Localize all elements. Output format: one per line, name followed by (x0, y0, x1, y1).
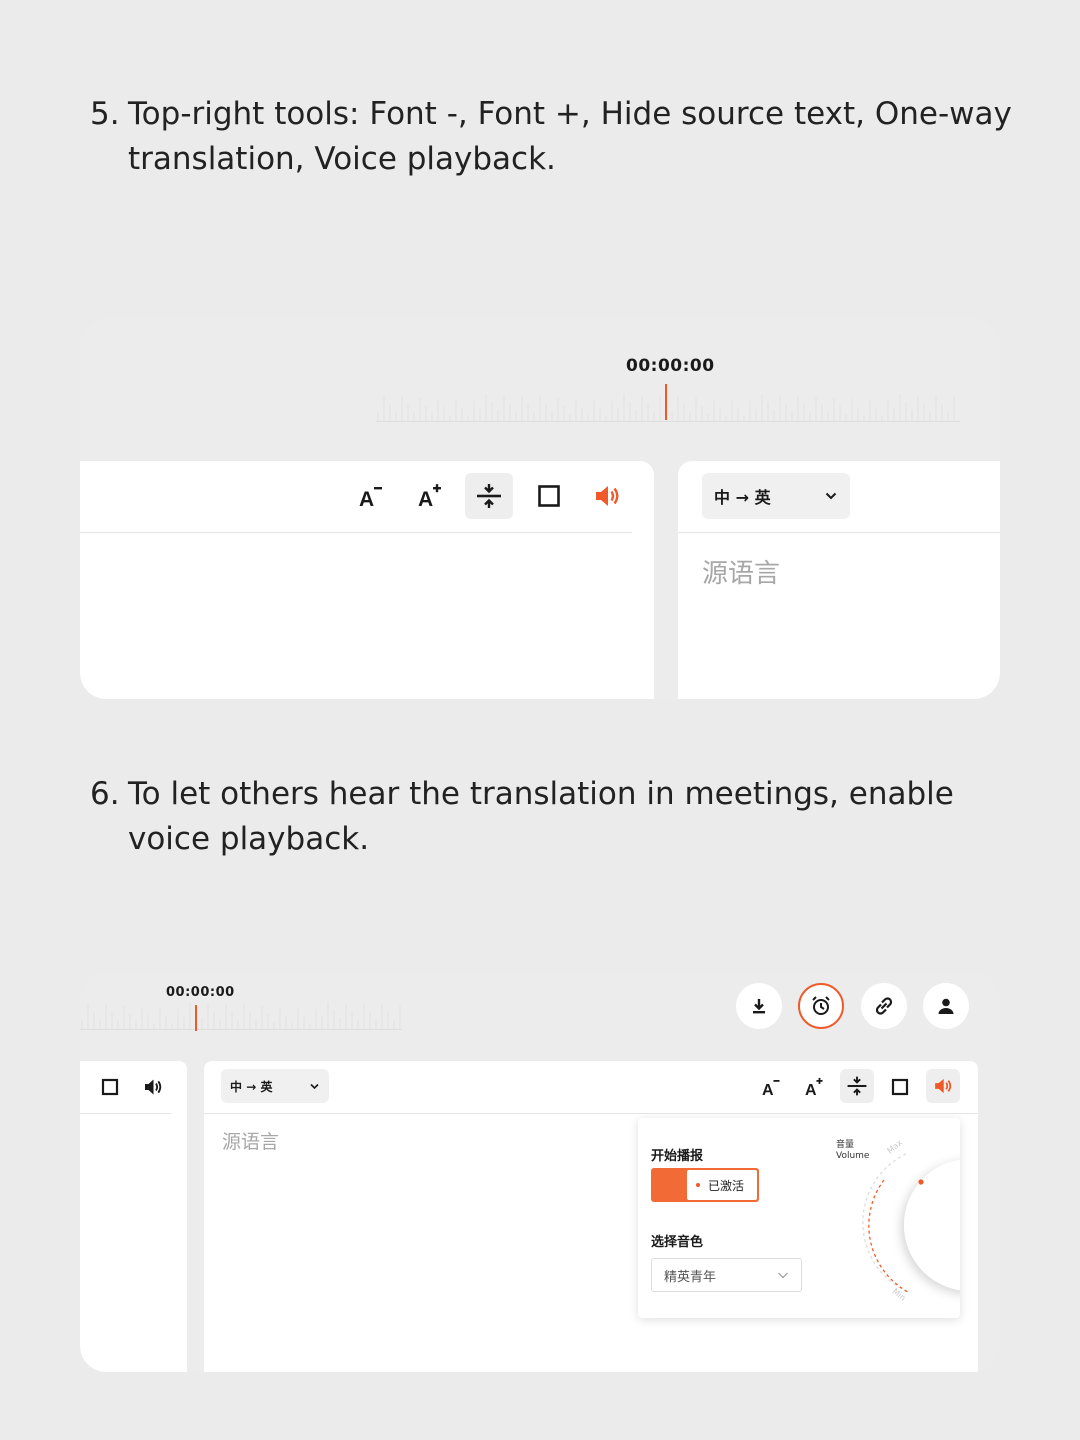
svg-text:A: A (359, 488, 374, 509)
svg-text:A: A (805, 1082, 817, 1097)
step-6-instruction: 6. To let others hear the translation in… (90, 772, 1020, 862)
audio-waveform-timeline (80, 1002, 402, 1030)
timeline-timestamp: 00:00:00 (166, 985, 235, 1000)
step-text: To let others hear the translation in me… (128, 776, 954, 857)
svg-text:Max: Max (886, 1138, 905, 1156)
language-pair-label: 中 → 英 (230, 1079, 273, 1094)
voice-playback-icon[interactable] (140, 1073, 166, 1101)
playback-toggle[interactable]: 已激活 (651, 1168, 759, 1202)
font-increase-icon[interactable]: A (801, 1073, 827, 1101)
one-way-translation-icon[interactable] (98, 1073, 122, 1101)
svg-text:A: A (418, 488, 433, 509)
voice-select-value: 精英青年 (664, 1269, 717, 1285)
source-card (80, 1061, 187, 1372)
hide-source-text-icon[interactable] (465, 473, 513, 519)
toolbar-divider (80, 1113, 171, 1114)
font-decrease-icon[interactable]: A (354, 479, 388, 513)
source-language-placeholder: 源语言 (222, 1131, 280, 1153)
toolbar-divider (678, 532, 1000, 533)
step-number: 5. (90, 96, 120, 132)
link-button[interactable] (861, 983, 907, 1029)
volume-indicator (918, 1179, 924, 1185)
svg-text:Min: Min (891, 1287, 908, 1303)
status-dot (696, 1183, 700, 1187)
step-number: 6. (90, 776, 120, 812)
language-pair-selector[interactable]: 中 → 英 (221, 1069, 329, 1103)
step-text: Top-right tools: Font -, Font +, Hide so… (128, 96, 1012, 177)
step-5-instruction: 5. Top-right tools: Font -, Font +, Hide… (90, 92, 1020, 182)
chevron-down-icon (310, 1083, 319, 1089)
user-icon (938, 998, 954, 1014)
chevron-down-icon (778, 1272, 788, 1279)
alarm-clock-icon (812, 996, 830, 1015)
toggle-status: 已激活 (708, 1178, 745, 1193)
download-icon (753, 999, 765, 1014)
audio-waveform-timeline (376, 394, 960, 422)
toolbar-divider (204, 1113, 978, 1114)
language-pair-label: 中 → 英 (714, 488, 771, 507)
account-button[interactable] (923, 983, 969, 1029)
voice-select[interactable]: 精英青年 (651, 1258, 802, 1292)
translation-card: A A (80, 461, 654, 699)
voice-title: 选择音色 (651, 1235, 704, 1250)
language-pair-selector[interactable]: 中 → 英 (702, 473, 850, 519)
download-button[interactable] (736, 983, 782, 1029)
voice-playback-icon[interactable] (926, 1069, 960, 1103)
volume-knob[interactable]: Max Min (858, 1132, 960, 1312)
chevron-down-icon (825, 492, 837, 500)
timer-button[interactable] (798, 983, 844, 1029)
playhead-cursor[interactable] (195, 1005, 197, 1031)
source-card: 中 → 英 源语言 (678, 461, 1000, 699)
hide-source-text-icon[interactable] (840, 1069, 874, 1103)
one-way-translation-icon[interactable] (887, 1073, 913, 1101)
screenshot-panel-1: 00:00:00 A A 中 → 英 源语言 (80, 318, 1000, 699)
voice-playback-popup: 开始播报 已激活 选择音色 精英青年 音量 Volume Max Min (638, 1118, 960, 1318)
one-way-translation-icon[interactable] (532, 479, 566, 513)
voice-playback-icon[interactable] (590, 479, 624, 513)
playback-title: 开始播报 (651, 1149, 704, 1164)
font-increase-icon[interactable]: A (413, 479, 447, 513)
toolbar-divider (80, 532, 632, 533)
svg-text:A: A (762, 1082, 774, 1097)
toggle-knob: 已激活 (687, 1170, 757, 1200)
font-decrease-icon[interactable]: A (758, 1073, 784, 1101)
link-icon (875, 997, 893, 1015)
timeline-timestamp: 00:00:00 (626, 356, 715, 376)
screenshot-panel-2: 00:00:00 中 → 英 源语言 A A 开始播报 已激活 选择音色 精英青… (80, 972, 1000, 1372)
source-language-placeholder: 源语言 (702, 559, 781, 589)
playhead-cursor[interactable] (665, 384, 667, 420)
